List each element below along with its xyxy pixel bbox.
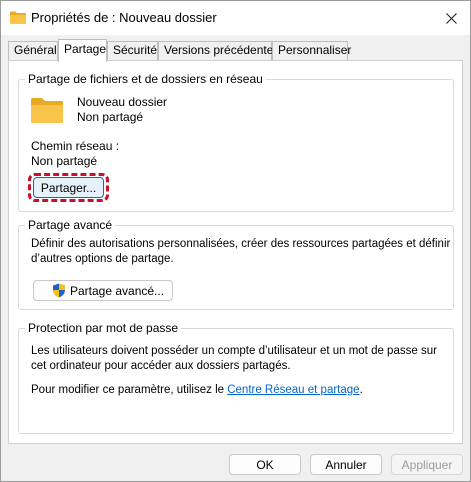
password-protection-group: Protection par mot de passe Les utilisat…	[18, 321, 454, 434]
window-title: Propriétés de : Nouveau dossier	[31, 10, 217, 25]
title-bar: Propriétés de : Nouveau dossier	[1, 1, 470, 35]
network-sharing-title: Partage de fichiers et de dossiers en ré…	[25, 72, 266, 86]
tab-previous-versions[interactable]: Versions précédentes	[158, 41, 279, 60]
tab-customize[interactable]: Personnaliser	[272, 41, 351, 60]
password-desc-2: cet ordinateur pour accéder aux dossiers…	[31, 360, 291, 372]
close-button[interactable]	[440, 7, 462, 29]
tab-sharing[interactable]: Partage	[58, 39, 107, 62]
advanced-sharing-title: Partage avancé	[25, 218, 116, 232]
properties-dialog: Propriétés de : Nouveau dossier Général …	[0, 0, 471, 482]
folder-name: Nouveau dossier	[77, 95, 168, 109]
share-button[interactable]: Partager...	[33, 177, 104, 198]
network-sharing-group: Partage de fichiers et de dossiers en ré…	[18, 72, 454, 212]
close-icon	[445, 12, 457, 24]
network-path-value: Non partagé	[31, 154, 98, 168]
password-change-period: .	[359, 384, 363, 396]
shared-folder-icon	[31, 98, 63, 123]
advanced-sharing-group: Partage avancé Définir des autorisations…	[18, 218, 454, 310]
network-sharing-center-link[interactable]: Centre Réseau et partage	[227, 384, 359, 396]
password-desc-1: Les utilisateurs doivent posséder un com…	[31, 345, 437, 357]
uac-shield-icon	[53, 283, 65, 298]
password-protection-title: Protection par mot de passe	[25, 321, 182, 335]
network-path-label: Chemin réseau :	[31, 139, 120, 153]
sharing-panel: Partage de fichiers et de dossiers en ré…	[8, 60, 463, 444]
advanced-sharing-desc-2: d’autres options de partage.	[31, 253, 174, 265]
ok-button[interactable]: OK	[229, 454, 301, 475]
cancel-button[interactable]: Annuler	[310, 454, 382, 475]
advanced-sharing-button-label: Partage avancé...	[70, 283, 165, 298]
tab-general[interactable]: Général	[8, 41, 58, 60]
folder-icon	[10, 11, 26, 24]
password-change-text: Pour modifier ce paramètre, utilisez le …	[31, 384, 363, 396]
folder-share-status: Non partagé	[77, 110, 144, 124]
apply-button[interactable]: Appliquer	[391, 454, 463, 475]
password-change-prefix: Pour modifier ce paramètre, utilisez le	[31, 384, 228, 396]
advanced-sharing-button[interactable]: Partage avancé...	[33, 280, 173, 301]
advanced-sharing-desc-1: Définir des autorisations personnalisées…	[31, 238, 451, 250]
tab-security[interactable]: Sécurité	[107, 41, 158, 60]
